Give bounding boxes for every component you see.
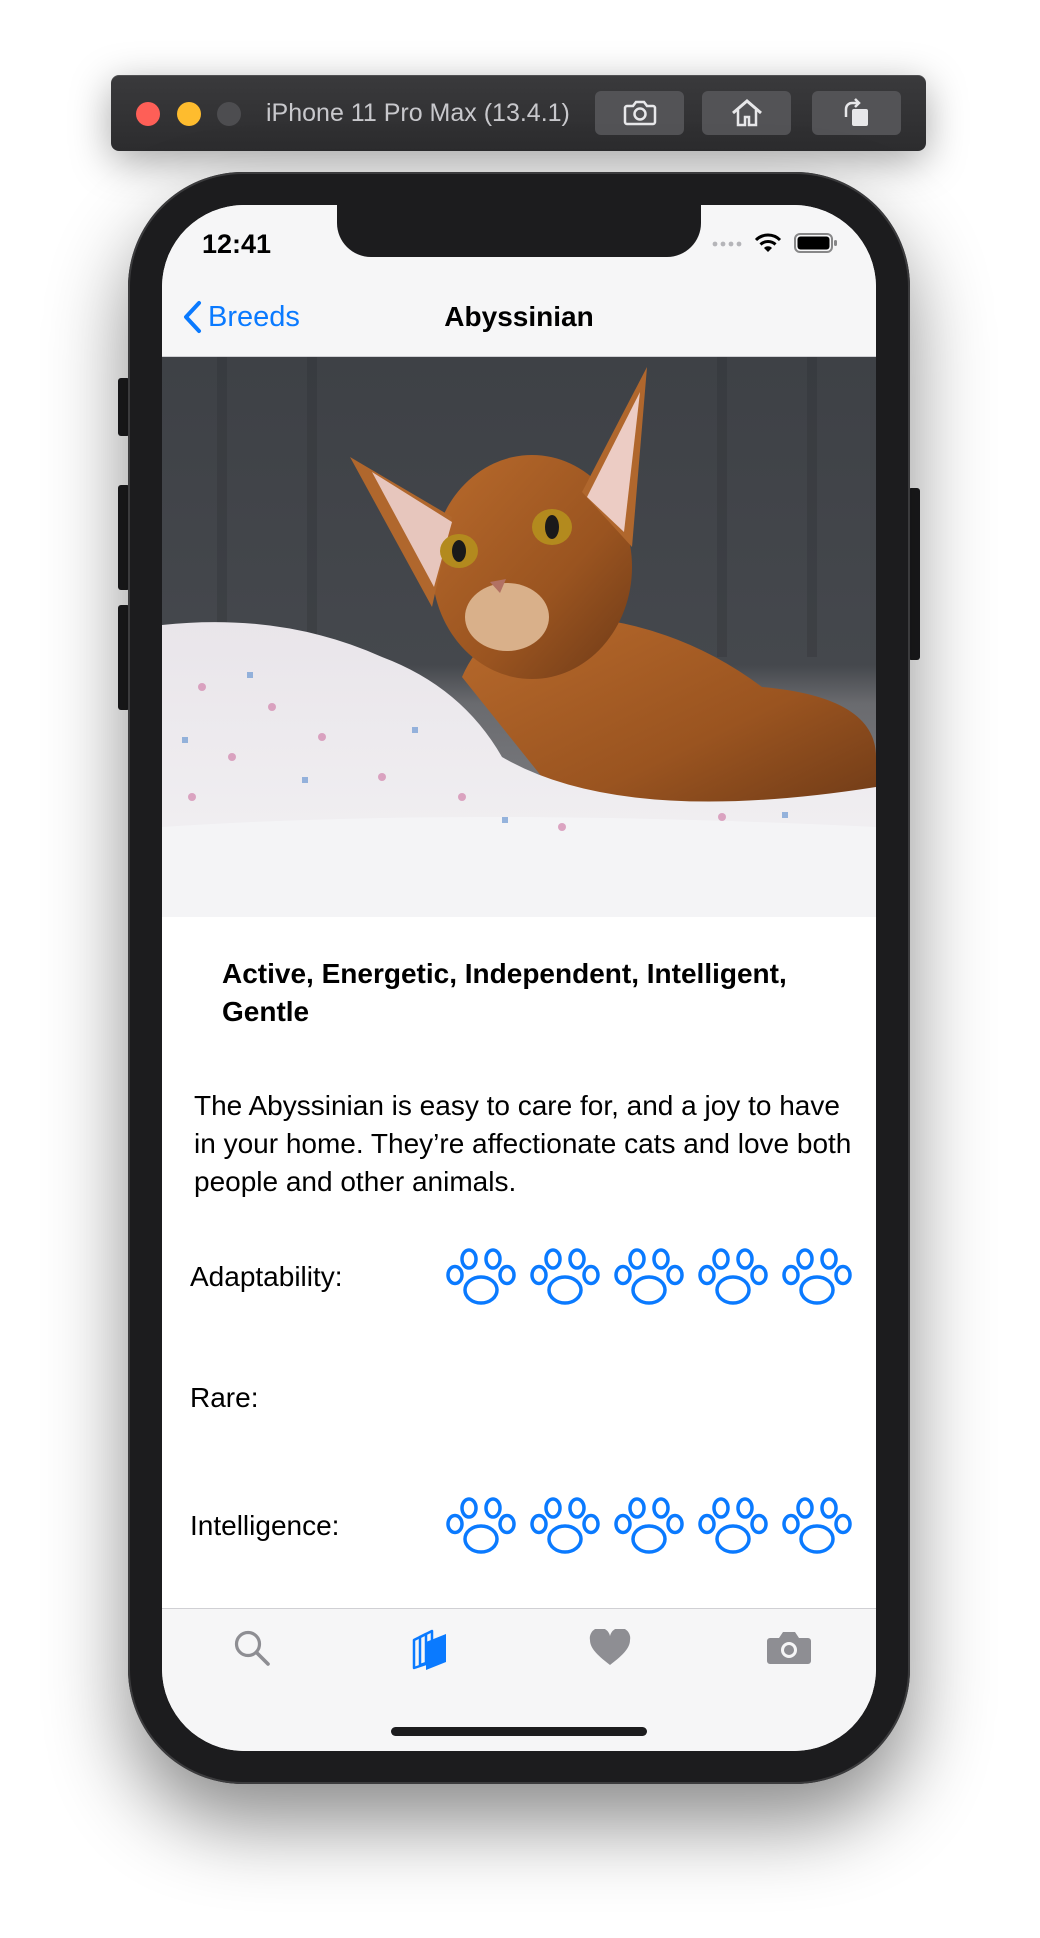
paw-icon [446, 1248, 516, 1305]
paw-icon [698, 1248, 768, 1305]
rating-label-rare: Rare: [190, 1382, 259, 1413]
chevron-left-icon [184, 301, 201, 333]
tab-favorites[interactable] [580, 1623, 640, 1673]
description-text: The Abyssinian is easy to care for, and … [194, 1090, 852, 1197]
breed-photo [162, 357, 876, 917]
rating-intelligence [445, 1494, 853, 1558]
paw-icon [530, 1248, 600, 1305]
paw-icon [614, 1248, 684, 1305]
status-time: 12:41 [202, 229, 272, 259]
wifi-icon [754, 233, 782, 252]
paw-icon [446, 1497, 516, 1554]
tab-search[interactable] [222, 1623, 282, 1673]
cat-illustration [162, 357, 876, 917]
phone-screen: 12:41 Abyssinian Breeds Active, Energeti… [162, 205, 876, 1751]
home-icon [731, 99, 762, 127]
simulator-title: iPhone 11 Pro Max (13.4.1) [266, 99, 570, 127]
paw-icon [530, 1497, 600, 1554]
rotate-button[interactable] [812, 91, 901, 135]
status-icons [712, 229, 838, 257]
zoom-window-button[interactable] [217, 102, 241, 126]
battery-icon [794, 233, 837, 253]
back-button[interactable]: Breeds [182, 297, 300, 337]
back-button-label: Breeds [208, 300, 300, 333]
close-window-button[interactable] [136, 102, 160, 126]
paw-icon [614, 1497, 684, 1554]
magnifier-icon [234, 1630, 270, 1666]
rotate-icon [844, 98, 868, 126]
heart-icon [589, 1629, 631, 1665]
tab-breeds[interactable] [400, 1623, 460, 1673]
rating-label-adaptability: Adaptability: [190, 1261, 343, 1292]
simulator-toolbar: iPhone 11 Pro Max (13.4.1) [111, 75, 926, 151]
signal-icon [712, 241, 742, 247]
minimize-window-button[interactable] [177, 102, 201, 126]
books-icon [412, 1629, 446, 1670]
paw-icon [782, 1248, 852, 1305]
home-indicator [391, 1727, 647, 1736]
paw-icon [698, 1497, 768, 1554]
camera-icon [767, 1632, 811, 1664]
notch [337, 205, 701, 257]
rating-label-intelligence: Intelligence: [190, 1510, 340, 1541]
paw-icon [782, 1497, 852, 1554]
camera-icon [623, 100, 656, 126]
tab-camera[interactable] [759, 1623, 819, 1673]
temperament-text: Active, Energetic, Independent, Intellig… [222, 958, 787, 1027]
home-button[interactable] [702, 91, 791, 135]
rating-adaptability [445, 1245, 853, 1309]
screenshot-button[interactable] [595, 91, 684, 135]
